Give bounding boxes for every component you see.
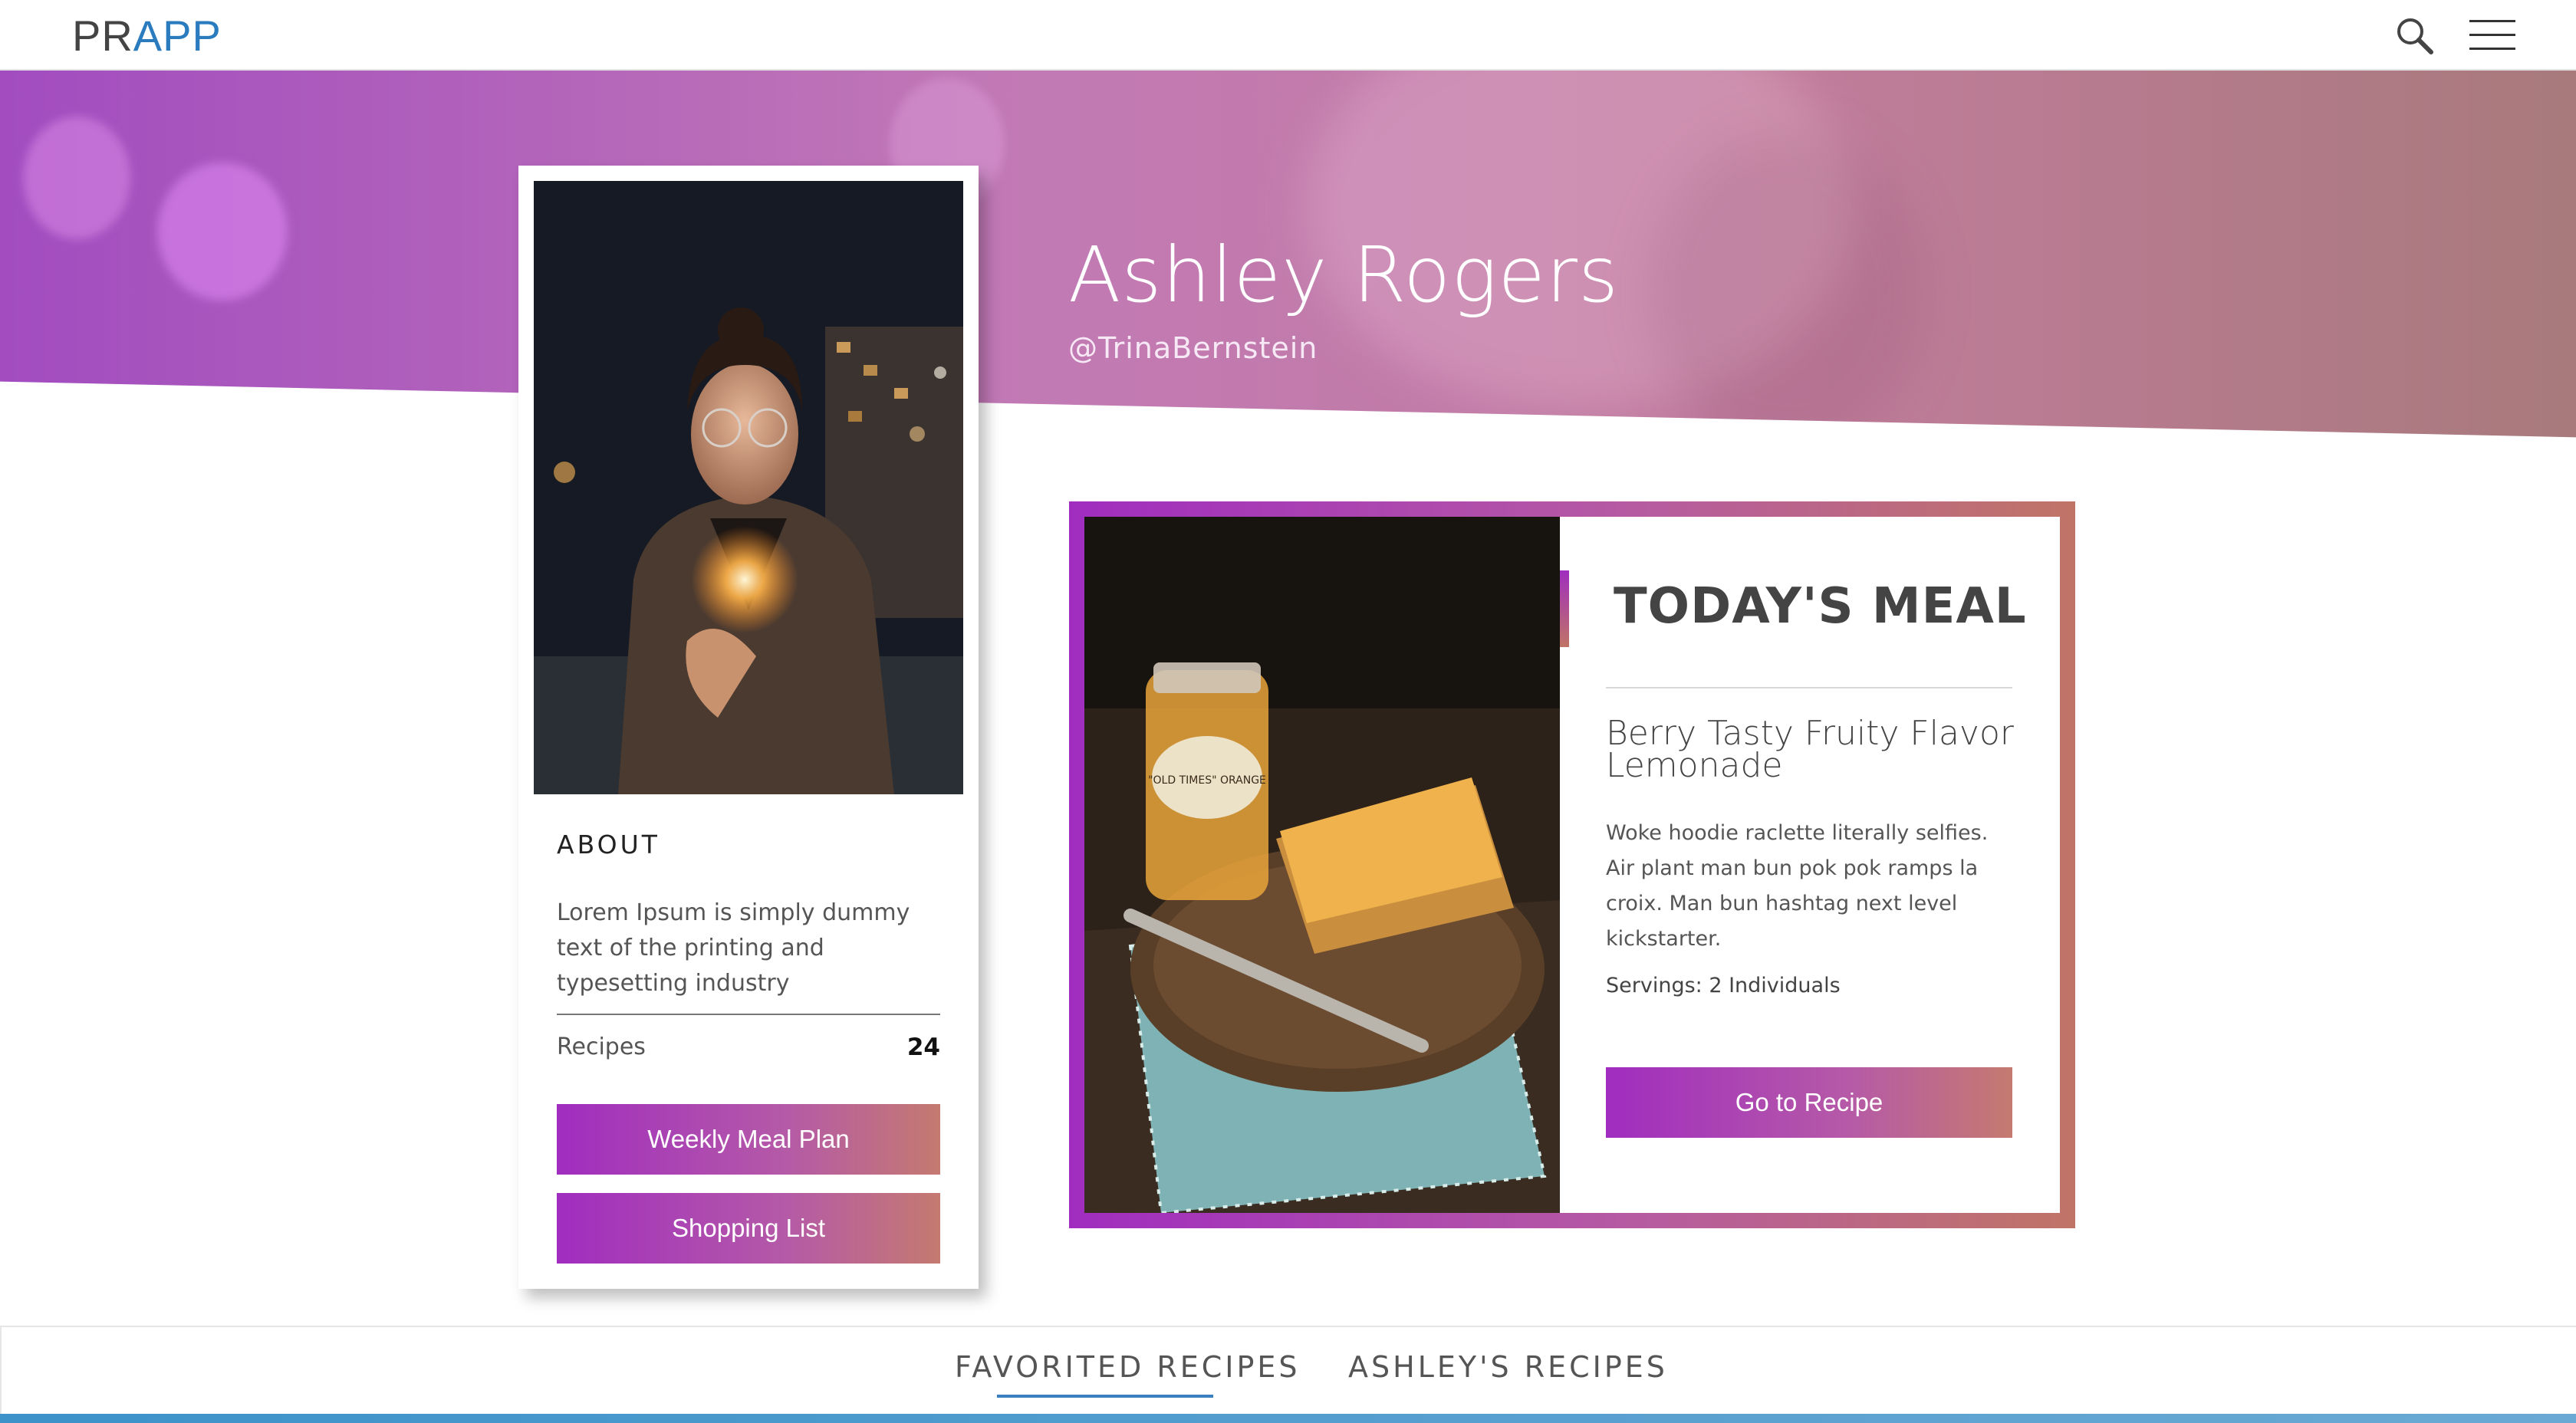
todays-meal-heading: TODAY'S MEAL xyxy=(1614,578,2027,635)
logo-text-app: APP xyxy=(133,12,222,60)
menu-line xyxy=(2469,48,2515,50)
active-tab-underline xyxy=(997,1395,1213,1398)
profile-name: Ashley Rogers xyxy=(1068,230,1620,320)
meal-title: Berry Tasty Fruity Flavor Lemonade xyxy=(1606,714,2014,785)
recipes-count-label: Recipes xyxy=(557,1034,646,1060)
profile-photo-illustration xyxy=(534,181,963,794)
menu-line xyxy=(2469,34,2515,36)
go-to-recipe-button[interactable]: Go to Recipe xyxy=(1606,1067,2012,1138)
about-heading: ABOUT xyxy=(557,830,660,859)
meal-divider xyxy=(1606,687,2012,688)
todays-meal-inner: "OLD TIMES" ORANGE TODAY'S MEAL Berry Ta… xyxy=(1084,517,2060,1213)
profile-photo xyxy=(534,181,963,794)
logo-text-pr: PR xyxy=(72,12,133,60)
bottom-content-strip xyxy=(0,1414,2576,1423)
meal-accent-bar xyxy=(1560,570,1569,647)
app-root: PRAPP Ashley Rogers @TrinaBernstein ABOU… xyxy=(0,0,2576,1423)
hamburger-menu-icon[interactable] xyxy=(2469,20,2515,51)
search-icon-svg xyxy=(2397,18,2433,54)
bokeh-light xyxy=(157,163,288,301)
hero-shadow xyxy=(1649,132,1925,438)
jar-label-text: "OLD TIMES" ORANGE xyxy=(1148,774,1266,787)
tab-ashleys-recipes[interactable]: ASHLEY'S RECIPES xyxy=(1348,1350,1668,1384)
brand-logo[interactable]: PRAPP xyxy=(72,11,222,61)
meal-description: Woke hoodie raclette literally selfies. … xyxy=(1606,821,1989,951)
meal-servings: Servings: 2 Individuals xyxy=(1606,974,1841,997)
weekly-meal-plan-button[interactable]: Weekly Meal Plan xyxy=(557,1104,940,1175)
meal-photo: "OLD TIMES" ORANGE xyxy=(1084,517,1560,1213)
menu-line xyxy=(2469,20,2515,22)
recipes-tab-bar: FAVORITED RECIPES ASHLEY'S RECIPES xyxy=(0,1326,2576,1423)
search-icon[interactable] xyxy=(2394,15,2434,55)
tab-favorited-recipes[interactable]: FAVORITED RECIPES xyxy=(955,1350,1301,1384)
about-text: Lorem Ipsum is simply dummy text of the … xyxy=(557,899,910,997)
top-navbar: PRAPP xyxy=(0,0,2576,71)
about-divider xyxy=(557,1014,940,1015)
profile-card: ABOUT Lorem Ipsum is simply dummy text o… xyxy=(518,166,979,1289)
todays-meal-card: "OLD TIMES" ORANGE TODAY'S MEAL Berry Ta… xyxy=(1069,501,2075,1228)
meal-photo-illustration: "OLD TIMES" ORANGE xyxy=(1084,517,1560,1213)
shopping-list-button[interactable]: Shopping List xyxy=(557,1193,940,1264)
profile-handle[interactable]: @TrinaBernstein xyxy=(1068,331,1318,365)
recipes-count-value: 24 xyxy=(906,1034,940,1061)
bokeh-light xyxy=(23,117,130,239)
